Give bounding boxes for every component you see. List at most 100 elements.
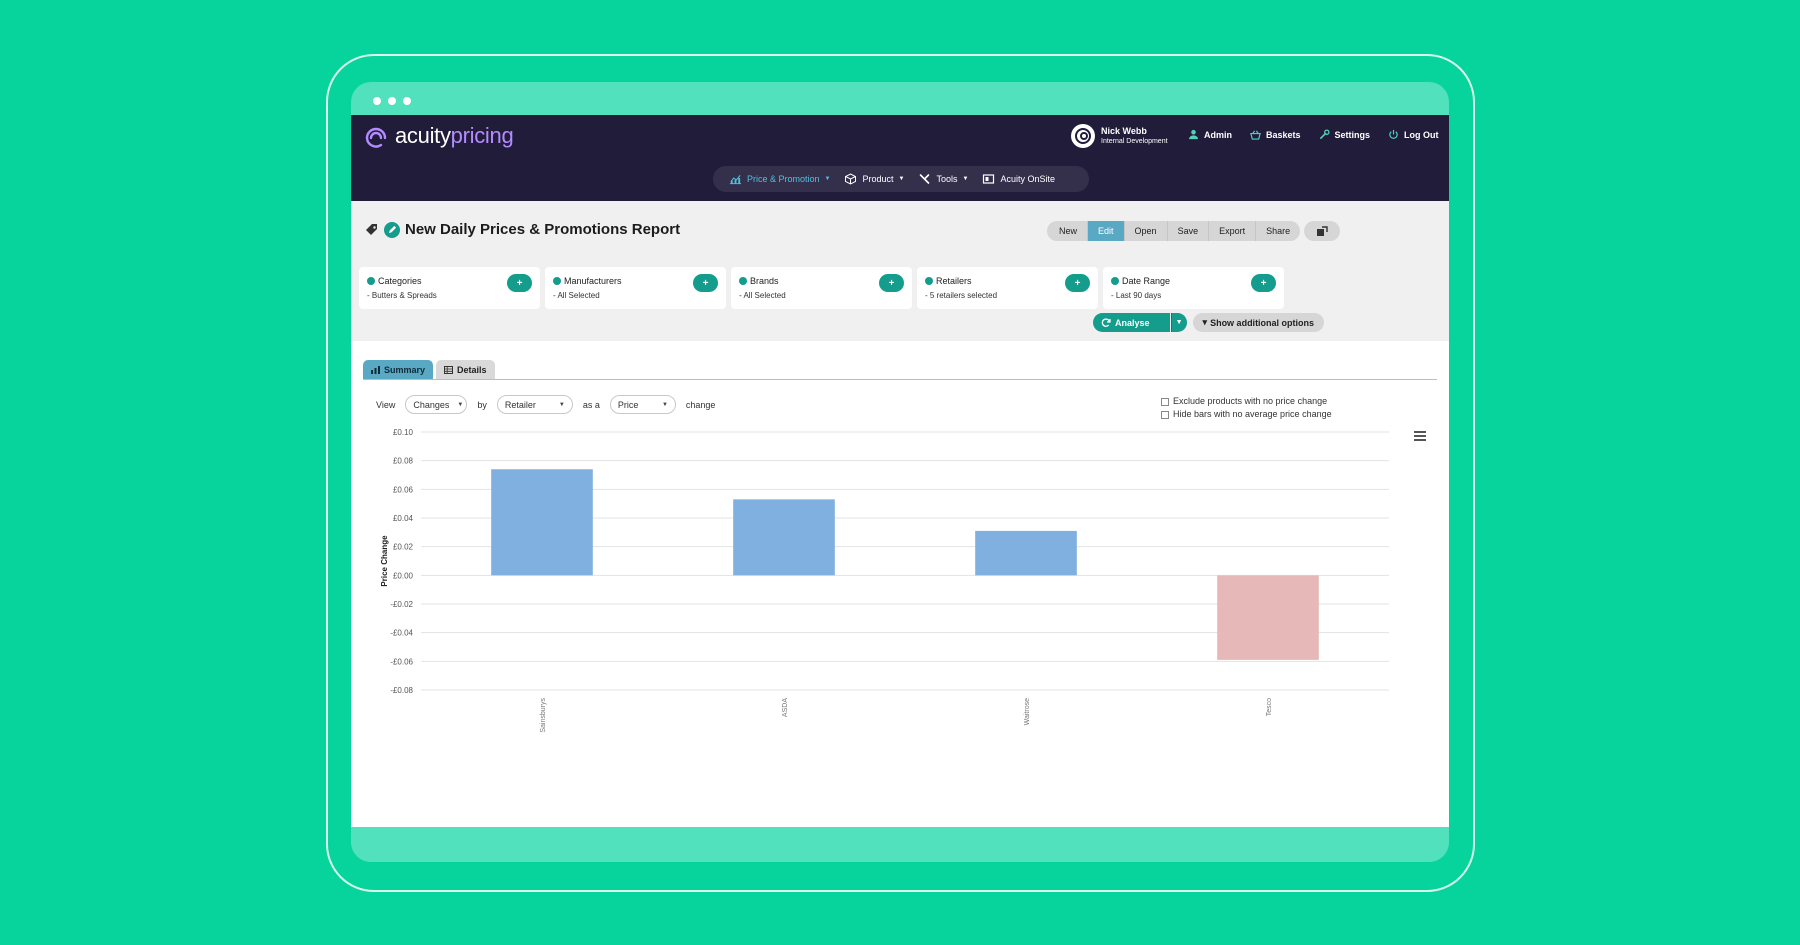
settings-label: Settings	[1335, 130, 1371, 140]
filter-value: - Butters & Spreads	[367, 291, 437, 300]
chevron-down-icon: ▼	[457, 402, 463, 408]
add-brands-button[interactable]: +	[879, 274, 904, 292]
change-label: change	[686, 400, 716, 410]
tab-details[interactable]: Details	[436, 360, 495, 379]
chevron-down-icon: ▼	[962, 176, 968, 182]
nav-product[interactable]: Product ▼	[844, 173, 904, 185]
bar-chart-icon	[371, 366, 380, 374]
view-select-value: Changes	[413, 400, 449, 410]
admin-label: Admin	[1204, 130, 1232, 140]
price-change-chart: £0.10£0.08£0.06£0.04£0.02£0.00-£0.02-£0.…	[371, 420, 1411, 750]
logo[interactable]: acuitypricing	[363, 123, 513, 149]
admin-link[interactable]: Admin	[1188, 129, 1232, 140]
analyse-label: Analyse	[1115, 318, 1150, 328]
baskets-link[interactable]: Baskets	[1250, 129, 1301, 140]
add-retailers-button[interactable]: +	[1065, 274, 1090, 292]
title-row: New Daily Prices & Promotions Report	[365, 221, 680, 238]
filter-value: - 5 retailers selected	[925, 291, 997, 300]
analyse-dropdown-button[interactable]: ▼	[1171, 313, 1187, 332]
nav-tools[interactable]: Tools ▼	[918, 173, 968, 185]
edit-title-button[interactable]	[384, 222, 400, 238]
bar-waitrose	[975, 531, 1077, 575]
by-label: by	[477, 400, 487, 410]
view-controls: View Changes▼ by Retailer▼ as a Price▼ c…	[376, 395, 715, 414]
as-select[interactable]: Price▼	[610, 395, 676, 414]
chevron-down-icon: ▼	[899, 176, 905, 182]
filter-categories[interactable]: Categories - Butters & Spreads +	[359, 267, 540, 309]
chevron-down-icon: ▾	[1203, 317, 1208, 328]
search-icon	[925, 277, 933, 285]
pencil-icon	[388, 225, 397, 234]
view-tabs: Summary Details	[363, 360, 495, 379]
filter-label: Date Range	[1122, 276, 1170, 286]
nav-acuity-onsite[interactable]: Acuity OnSite	[982, 173, 1055, 185]
more-options-label: Show additional options	[1210, 318, 1314, 328]
baskets-label: Baskets	[1266, 130, 1301, 140]
new-button[interactable]: New	[1047, 221, 1088, 241]
user-role: Internal Development	[1101, 137, 1168, 146]
by-select[interactable]: Retailer▼	[497, 395, 573, 414]
browser-window: acuitypricing Nick Webb Internal Develop…	[351, 82, 1449, 862]
edit-button[interactable]: Edit	[1088, 221, 1125, 241]
y-axis-label: Price Change	[380, 535, 389, 587]
view-select[interactable]: Changes ▼	[405, 395, 467, 414]
nav-price-promotion-label: Price & Promotion	[747, 174, 820, 184]
search-icon	[1111, 277, 1119, 285]
power-icon	[1388, 129, 1399, 140]
filter-label: Brands	[750, 276, 779, 286]
save-button[interactable]: Save	[1168, 221, 1210, 241]
tag-icon[interactable]	[365, 223, 379, 237]
chart-icon	[729, 173, 742, 185]
user-profile[interactable]: Nick Webb Internal Development	[1071, 124, 1168, 148]
export-button[interactable]: Export	[1209, 221, 1256, 241]
nav-acuity-onsite-label: Acuity OnSite	[1000, 174, 1055, 184]
share-options-button[interactable]	[1304, 221, 1340, 241]
as-label: as a	[583, 400, 600, 410]
bar-asda	[733, 499, 835, 575]
analyse-button[interactable]: Analyse	[1093, 313, 1170, 332]
analyse-row: Analyse ▼ ▾ Show additional options	[1093, 313, 1324, 332]
refresh-icon	[1101, 318, 1111, 328]
chevron-down-icon: ▼	[662, 402, 668, 408]
filter-brands[interactable]: Brands - All Selected +	[731, 267, 912, 309]
x-tick-label: Tesco	[1266, 698, 1273, 716]
top-links: Admin Baskets Settings Log Out	[1188, 129, 1439, 140]
show-additional-options-button[interactable]: ▾ Show additional options	[1193, 313, 1325, 332]
filter-manufacturers[interactable]: Manufacturers - All Selected +	[545, 267, 726, 309]
exclude-no-change-checkbox[interactable]	[1161, 398, 1169, 406]
user-icon	[1188, 129, 1199, 140]
y-tick-label: -£0.02	[390, 600, 413, 609]
top-header: acuitypricing Nick Webb Internal Develop…	[351, 115, 1449, 201]
add-categories-button[interactable]: +	[507, 274, 532, 292]
add-date-range-button[interactable]: +	[1251, 274, 1276, 292]
report-title: New Daily Prices & Promotions Report	[405, 221, 680, 238]
hide-no-change-checkbox[interactable]	[1161, 411, 1169, 419]
search-icon	[739, 277, 747, 285]
wrench-icon	[1319, 129, 1330, 140]
nav-product-label: Product	[862, 174, 893, 184]
x-tick-label: Sainsburys	[540, 698, 547, 733]
logo-text: acuitypricing	[395, 123, 513, 149]
y-tick-label: -£0.06	[390, 657, 413, 666]
filter-value: - All Selected	[739, 291, 786, 300]
tabs-divider	[363, 379, 1437, 380]
filter-date-range[interactable]: Date Range - Last 90 days +	[1103, 267, 1284, 309]
app: acuitypricing Nick Webb Internal Develop…	[351, 115, 1449, 827]
exclude-no-change-option[interactable]: Exclude products with no price change	[1161, 395, 1332, 408]
nav-price-promotion[interactable]: Price & Promotion ▼	[729, 173, 830, 185]
settings-link[interactable]: Settings	[1319, 129, 1371, 140]
filter-retailers[interactable]: Retailers - 5 retailers selected +	[917, 267, 1098, 309]
tab-summary[interactable]: Summary	[363, 360, 433, 379]
add-manufacturers-button[interactable]: +	[693, 274, 718, 292]
browser-bottom-bar	[351, 827, 1449, 862]
logout-link[interactable]: Log Out	[1388, 129, 1439, 140]
window-dots	[373, 97, 411, 105]
open-button[interactable]: Open	[1125, 221, 1168, 241]
share-button[interactable]: Share	[1256, 221, 1300, 241]
avatar-icon	[1074, 127, 1092, 145]
basket-icon	[1250, 129, 1261, 140]
x-tick-label: ASDA	[782, 698, 789, 717]
report-header: New Daily Prices & Promotions Report New…	[351, 201, 1449, 341]
chart-menu-icon[interactable]	[1414, 431, 1426, 441]
tools-icon	[918, 173, 931, 185]
